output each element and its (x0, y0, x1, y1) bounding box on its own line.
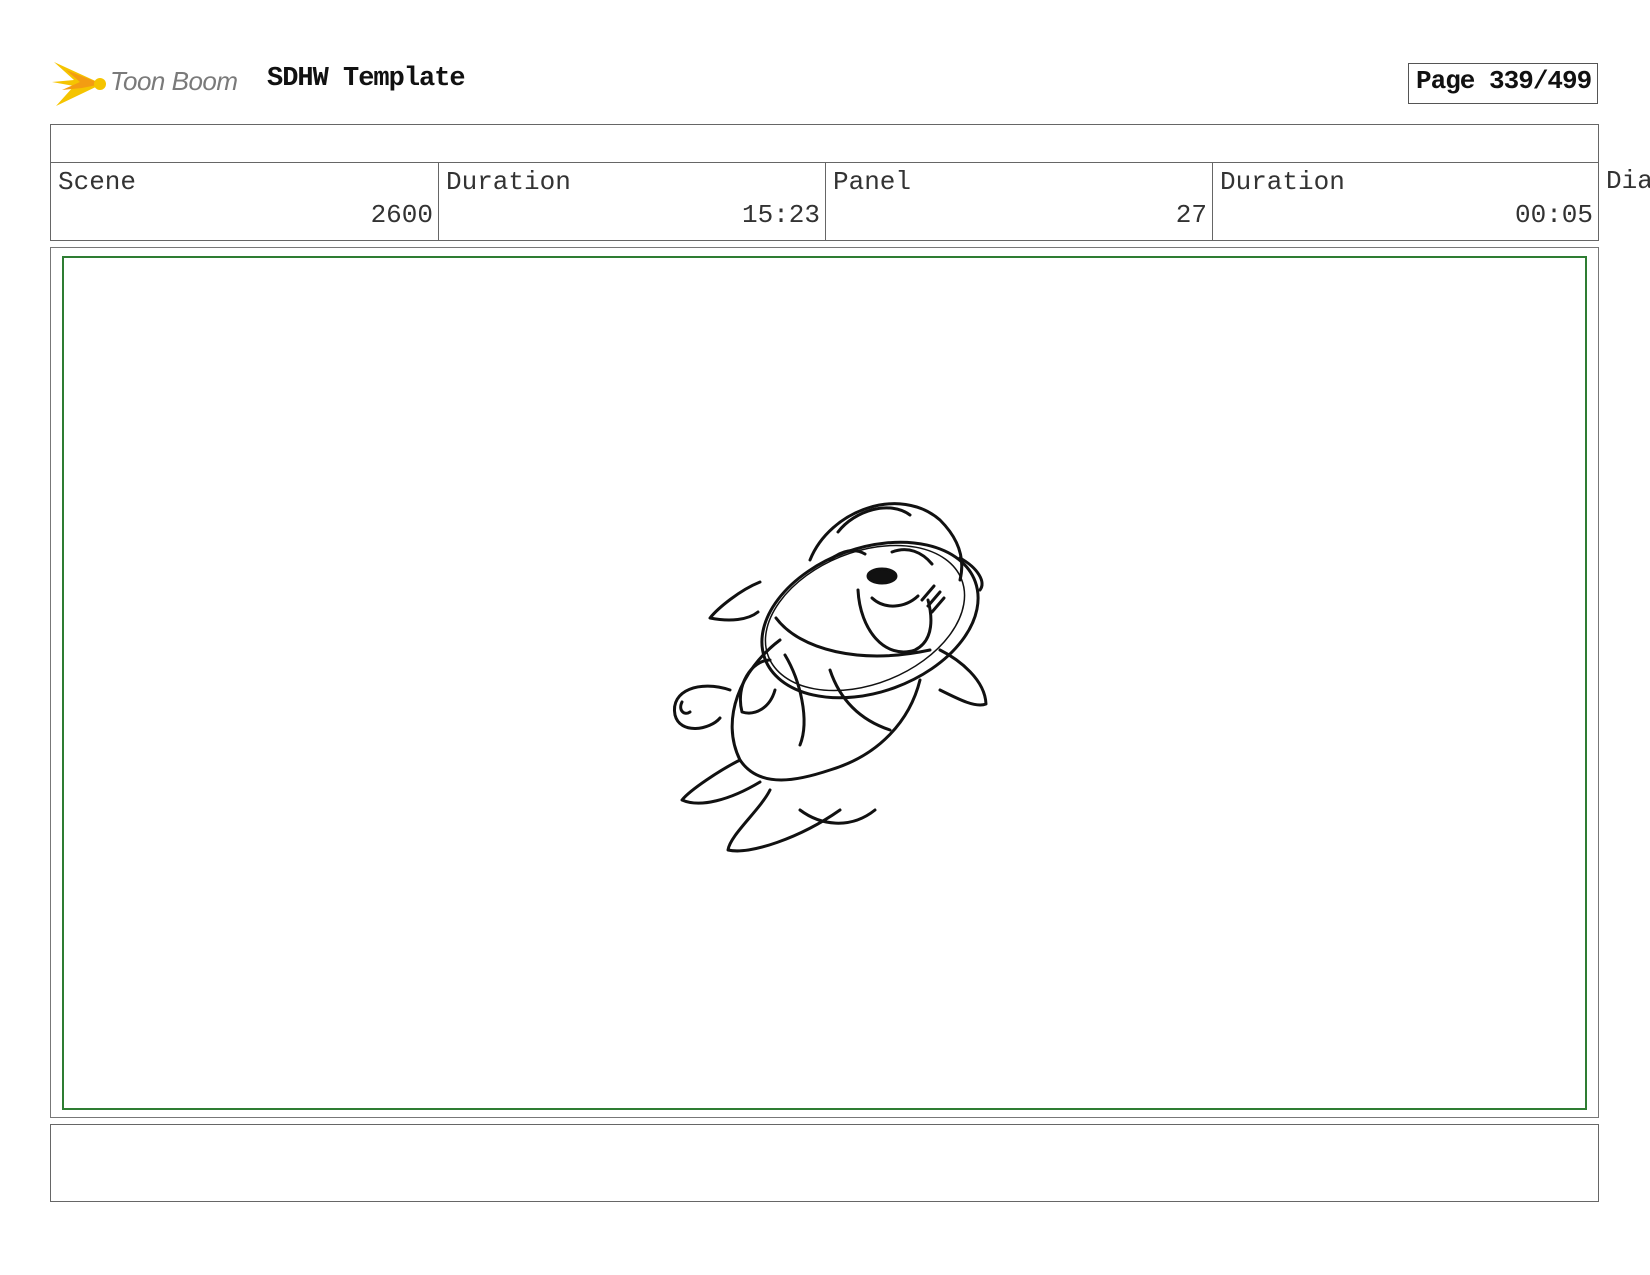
notes-box (50, 1124, 1599, 1202)
page-number: Page 339/499 (1416, 66, 1592, 96)
chipmunk-sketch (660, 490, 1050, 910)
panel-duration-value: 00:05 (1514, 200, 1593, 230)
panel-info-table: Scene 2600 Duration 15:23 Panel 27 Durat… (50, 124, 1599, 241)
panel-duration-label: Duration (1220, 167, 1345, 197)
logo-text: Toon Boom (110, 66, 238, 96)
starburst-icon (52, 62, 106, 106)
scene-cell: Scene 2600 (51, 163, 439, 240)
scene-duration-label: Duration (446, 167, 571, 197)
scene-label: Scene (58, 167, 137, 197)
document-title: SDHW Template (267, 64, 466, 94)
scene-duration-value: 15:23 (741, 200, 820, 230)
panel-label: Panel (833, 167, 912, 197)
page-indicator: Page 339/499 (1408, 63, 1598, 104)
dialogue-label: Dia (1606, 166, 1650, 196)
scene-value: 2600 (370, 200, 433, 230)
panel-value: 27 (1175, 200, 1207, 230)
info-blank-row (51, 125, 1598, 163)
panel-cell: Panel 27 (826, 163, 1213, 240)
panel-duration-cell: Duration 00:05 (1213, 163, 1598, 240)
scene-duration-cell: Duration 15:23 (439, 163, 826, 240)
